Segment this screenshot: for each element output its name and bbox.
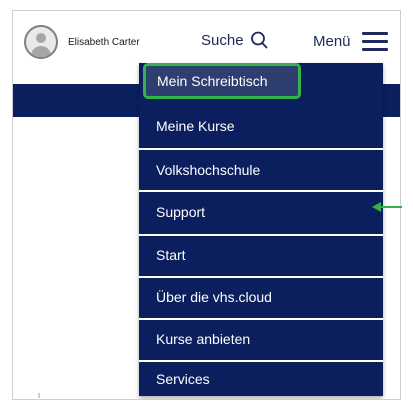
menu-item-label: Support <box>156 204 206 220</box>
menu-toggle-button[interactable]: Menü <box>313 31 388 51</box>
menu-item-label: Volkshochschule <box>156 162 261 178</box>
menu-item-label: Kurse anbieten <box>156 331 251 347</box>
menu-item-meine-kurse[interactable]: Meine Kurse <box>139 106 383 146</box>
menu-item-label: Start <box>156 247 186 263</box>
app-frame: Elisabeth Carter Suche Menü Mein Schreib… <box>12 10 401 400</box>
divider <box>38 393 40 398</box>
search-button[interactable]: Suche <box>201 31 268 49</box>
menu-item-services[interactable]: Services <box>139 360 383 396</box>
search-label: Suche <box>201 31 244 49</box>
menu-item-volkshochschule[interactable]: Volkshochschule <box>139 148 383 190</box>
menu-item-support[interactable]: Support <box>139 190 383 232</box>
menu-item-start[interactable]: Start <box>139 234 383 274</box>
hamburger-icon <box>361 31 388 51</box>
menu-label: Menü <box>313 32 351 50</box>
menu-item-label: Über die vhs.cloud <box>156 289 272 305</box>
menu-item-label: Mein Schreibtisch <box>157 73 268 89</box>
menu-item-kurse-anbieten[interactable]: Kurse anbieten <box>139 318 383 358</box>
menu-item-ueber-die-vhs-cloud[interactable]: Über die vhs.cloud <box>139 276 383 316</box>
arrow-pointer-line <box>380 206 402 208</box>
search-icon <box>250 31 267 49</box>
avatar-icon[interactable] <box>24 25 58 59</box>
menu-item-label: Services <box>156 371 210 387</box>
menu-dropdown: Mein Schreibtisch Meine Kurse Volkshochs… <box>139 63 383 396</box>
menu-item-label: Meine Kurse <box>156 118 235 134</box>
user-name[interactable]: Elisabeth Carter <box>68 37 140 48</box>
menu-item-mein-schreibtisch[interactable]: Mein Schreibtisch <box>143 63 301 99</box>
